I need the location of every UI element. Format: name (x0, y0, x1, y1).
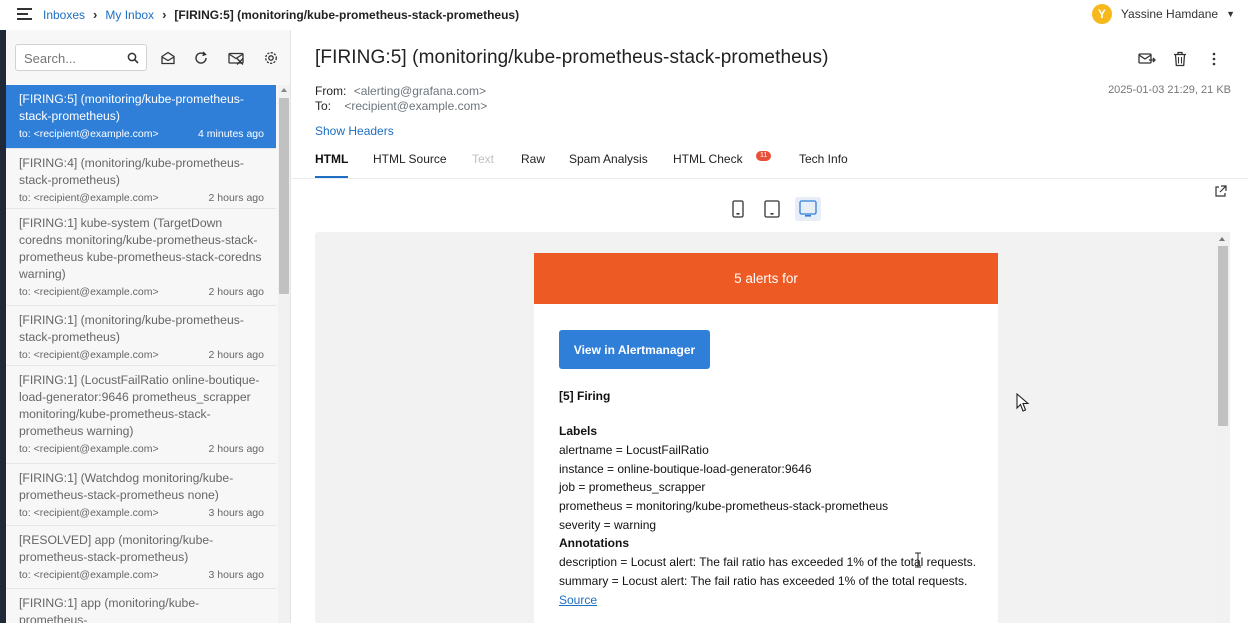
text-cursor-icon (914, 552, 922, 568)
breadcrumb-my-inbox[interactable]: My Inbox (105, 8, 154, 22)
message-item[interactable]: [FIRING:5] (monitoring/kube-prometheus-s… (6, 85, 276, 149)
message-item[interactable]: [FIRING:4] (monitoring/kube-prometheus-s… (6, 149, 276, 209)
mark-read-icon[interactable] (160, 50, 176, 66)
message-subject: [FIRING:1] (monitoring/kube-prometheus-s… (19, 313, 244, 344)
source-link[interactable]: Source (559, 593, 597, 607)
tab-html[interactable]: HTML (315, 152, 348, 166)
annotation-line: summary = Locust alert: The fail ratio h… (559, 574, 968, 588)
menu-icon[interactable] (17, 8, 32, 20)
inbox-sidebar: [FIRING:5] (monitoring/kube-prometheus-s… (6, 30, 291, 623)
preview-scrollbar[interactable] (1215, 232, 1230, 623)
search-input[interactable] (24, 51, 119, 66)
firing-heading: [5] Firing (559, 389, 611, 403)
scrollbar-thumb[interactable] (279, 98, 289, 294)
forward-icon[interactable] (1138, 51, 1156, 67)
view-in-alertmanager-button[interactable]: View in Alertmanager (559, 330, 710, 369)
labels-heading: Labels (559, 424, 598, 438)
refresh-icon[interactable] (193, 50, 209, 66)
message-time: 2 hours ago (208, 192, 264, 204)
scrollbar-thumb[interactable] (1218, 246, 1228, 426)
to-row: To: <recipient@example.com> (315, 99, 487, 113)
breadcrumb: Inboxes › My Inbox › [FIRING:5] (monitor… (43, 7, 519, 22)
more-vertical-icon[interactable] (1211, 51, 1217, 67)
tab-text: Text (472, 152, 495, 166)
message-recipient: to: <recipient@example.com> (19, 192, 159, 204)
html-check-badge: 11 (756, 151, 772, 161)
desktop-view-icon[interactable] (795, 197, 821, 221)
message-subject: [FIRING:1] (LocustFailRatio online-bouti… (19, 373, 260, 438)
chevron-right-icon: › (93, 7, 98, 22)
label-line: instance = online-boutique-load-generato… (559, 462, 812, 476)
source-link-row: Source (559, 593, 597, 607)
tab-tech-info[interactable]: Tech Info (799, 152, 848, 166)
message-recipient: to: <recipient@example.com> (19, 286, 159, 298)
message-time: 3 hours ago (208, 507, 264, 519)
tab-html-check[interactable]: HTML Check (673, 152, 743, 166)
to-label: To: (315, 99, 332, 113)
to-address: <recipient@example.com> (344, 99, 488, 113)
message-recipient: to: <recipient@example.com> (19, 349, 159, 361)
label-line: severity = warning (559, 518, 657, 532)
message-subject: [FIRING:1] kube-system (TargetDown cored… (19, 216, 262, 281)
show-headers-link[interactable]: Show Headers (315, 124, 394, 138)
message-date-size: 2025-01-03 21:29, 21 KB (1108, 84, 1231, 96)
breadcrumb-inboxes[interactable]: Inboxes (43, 8, 85, 22)
message-time: 4 minutes ago (198, 128, 264, 140)
message-subject: [RESOLVED] app (monitoring/kube-promethe… (19, 533, 214, 564)
delete-all-icon[interactable] (228, 50, 244, 66)
chevron-right-icon: › (162, 7, 167, 22)
tablet-view-icon[interactable] (759, 197, 785, 221)
tabs-divider (290, 178, 1248, 179)
message-recipient: to: <recipient@example.com> (19, 569, 159, 581)
from-label: From: (315, 84, 347, 98)
mobile-view-icon[interactable] (725, 197, 751, 221)
message-time: 2 hours ago (208, 286, 264, 298)
from-address: <alerting@grafana.com> (353, 84, 486, 98)
message-recipient: to: <recipient@example.com> (19, 128, 159, 140)
from-row: From: <alerting@grafana.com> (315, 84, 486, 98)
breadcrumb-current: [FIRING:5] (monitoring/kube-prometheus-s… (174, 7, 520, 22)
avatar: Y (1091, 4, 1112, 24)
message-title: [FIRING:5] (monitoring/kube-prometheus-s… (315, 47, 829, 68)
message-item[interactable]: [FIRING:1] kube-system (TargetDown cored… (6, 209, 276, 306)
message-subject: [FIRING:5] (monitoring/kube-prometheus-s… (19, 92, 244, 123)
message-subject: [FIRING:1] (Watchdog monitoring/kube-pro… (19, 471, 234, 502)
message-item[interactable]: [FIRING:1] app (monitoring/kube-promethe… (6, 589, 276, 623)
label-line: alertname = LocustFailRatio (559, 443, 709, 457)
message-time: 2 hours ago (208, 349, 264, 361)
sidebar-toolbar (15, 44, 285, 72)
message-item[interactable]: [RESOLVED] app (monitoring/kube-promethe… (6, 526, 276, 589)
external-link-icon[interactable] (1214, 185, 1227, 198)
message-item[interactable]: [FIRING:1] (Watchdog monitoring/kube-pro… (6, 464, 276, 526)
scroll-up-icon[interactable] (281, 88, 287, 92)
sidebar-scrollbar[interactable] (278, 85, 290, 623)
message-item[interactable]: [FIRING:1] (monitoring/kube-prometheus-s… (6, 306, 276, 366)
tab-spam-analysis[interactable]: Spam Analysis (569, 152, 648, 166)
message-subject: [FIRING:1] app (monitoring/kube-promethe… (19, 596, 200, 623)
user-menu[interactable]: Y Yassine Hamdane ▼ (1091, 4, 1235, 24)
user-name: Yassine Hamdane (1120, 7, 1219, 21)
chevron-down-icon: ▼ (1226, 9, 1235, 19)
tab-html-source[interactable]: HTML Source (373, 152, 447, 166)
message-time: 2 hours ago (208, 443, 264, 455)
settings-icon[interactable] (263, 50, 279, 66)
search-box[interactable] (15, 44, 147, 71)
annotations-heading: Annotations (559, 536, 629, 550)
top-bar: Inboxes › My Inbox › [FIRING:5] (monitor… (0, 0, 1248, 30)
label-line: prometheus = monitoring/kube-prometheus-… (559, 499, 889, 513)
mouse-pointer-icon (1016, 393, 1029, 413)
message-subject: [FIRING:4] (monitoring/kube-prometheus-s… (19, 156, 244, 187)
label-line: job = prometheus_scrapper (559, 480, 706, 494)
message-recipient: to: <recipient@example.com> (19, 443, 159, 455)
scroll-up-icon[interactable] (1219, 237, 1225, 241)
search-icon[interactable] (127, 52, 139, 64)
message-item[interactable]: [FIRING:1] (LocustFailRatio online-bouti… (6, 366, 276, 464)
tab-raw[interactable]: Raw (521, 152, 545, 166)
trash-icon[interactable] (1173, 51, 1187, 67)
alert-banner: 5 alerts for (534, 253, 998, 304)
message-time: 3 hours ago (208, 569, 264, 581)
message-list: [FIRING:5] (monitoring/kube-prometheus-s… (6, 85, 276, 623)
message-recipient: to: <recipient@example.com> (19, 507, 159, 519)
